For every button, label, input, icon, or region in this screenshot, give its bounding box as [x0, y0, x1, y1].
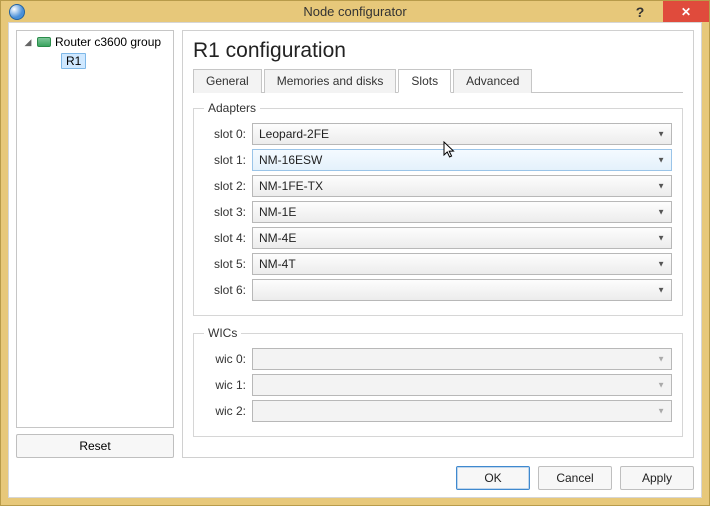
- slot-combo-2[interactable]: NM-1FE-TX ▼: [252, 175, 672, 197]
- titlebar[interactable]: Node configurator ? ✕: [1, 1, 709, 22]
- cancel-button[interactable]: Cancel: [538, 466, 612, 490]
- slot-value: NM-4E: [259, 231, 296, 245]
- app-icon: [9, 4, 25, 20]
- tree-node-label: R1: [61, 53, 86, 69]
- window-title: Node configurator: [1, 4, 709, 19]
- slot-label: slot 2:: [204, 179, 252, 193]
- adapters-legend: Adapters: [204, 101, 260, 115]
- wic-label: wic 1:: [204, 378, 252, 392]
- cancel-button-label: Cancel: [556, 471, 593, 485]
- close-icon: ✕: [681, 5, 691, 19]
- ok-button-label: OK: [484, 471, 501, 485]
- wic-row: wic 0: ▼: [204, 348, 672, 370]
- slot-row: slot 1: NM-16ESW ▼: [204, 149, 672, 171]
- reset-button-label: Reset: [79, 439, 110, 453]
- tab-memories[interactable]: Memories and disks: [264, 69, 397, 93]
- wics-group: WICs wic 0: ▼ wic 1: ▼ wic 2: ▼: [193, 326, 683, 437]
- chevron-down-icon: ▼: [657, 130, 665, 139]
- slot-value: NM-1FE-TX: [259, 179, 323, 193]
- slot-value: NM-4T: [259, 257, 296, 271]
- slot-label: slot 3:: [204, 205, 252, 219]
- router-icon: [37, 37, 51, 47]
- wic-label: wic 2:: [204, 404, 252, 418]
- tree-collapse-icon[interactable]: ◢: [23, 37, 33, 48]
- chevron-down-icon: ▼: [657, 156, 665, 165]
- wic-combo-2: ▼: [252, 400, 672, 422]
- page-title: R1 configuration: [193, 39, 683, 63]
- node-tree[interactable]: ◢ Router c3600 group R1: [16, 30, 174, 428]
- chevron-down-icon: ▼: [657, 208, 665, 217]
- chevron-down-icon: ▼: [657, 234, 665, 243]
- slot-combo-1[interactable]: NM-16ESW ▼: [252, 149, 672, 171]
- slot-label: slot 6:: [204, 283, 252, 297]
- slot-row: slot 3: NM-1E ▼: [204, 201, 672, 223]
- slot-row: slot 5: NM-4T ▼: [204, 253, 672, 275]
- wic-row: wic 1: ▼: [204, 374, 672, 396]
- wic-combo-1: ▼: [252, 374, 672, 396]
- slot-row: slot 6: ▼: [204, 279, 672, 301]
- tab-general[interactable]: General: [193, 69, 262, 93]
- tab-slots[interactable]: Slots: [398, 69, 451, 93]
- adapters-group: Adapters slot 0:Leopard-2FE▼slot 1:NM-16…: [193, 101, 683, 316]
- slot-row: slot 2: NM-1FE-TX ▼: [204, 175, 672, 197]
- slot-label: slot 1:: [204, 153, 252, 167]
- client-area: ◢ Router c3600 group R1 Reset R1 configu…: [8, 22, 702, 498]
- dialog-buttons: OK Cancel Apply: [16, 458, 694, 490]
- chevron-down-icon: ▼: [657, 286, 665, 295]
- slot-combo-5[interactable]: NM-4T ▼: [252, 253, 672, 275]
- apply-button-label: Apply: [642, 471, 672, 485]
- chevron-down-icon: ▼: [657, 260, 665, 269]
- slot-combo-3[interactable]: NM-1E ▼: [252, 201, 672, 223]
- tree-group-label: Router c3600 group: [55, 35, 161, 49]
- slot-label: slot 4:: [204, 231, 252, 245]
- window-frame: Node configurator ? ✕ ◢ Router c3600 gro…: [0, 0, 710, 506]
- close-button[interactable]: ✕: [663, 1, 709, 22]
- slot-combo-4[interactable]: NM-4E ▼: [252, 227, 672, 249]
- apply-button[interactable]: Apply: [620, 466, 694, 490]
- wic-combo-0: ▼: [252, 348, 672, 370]
- chevron-down-icon: ▼: [657, 355, 665, 364]
- help-button[interactable]: ?: [617, 1, 663, 22]
- tab-bar: General Memories and disks Slots Advance…: [193, 69, 683, 93]
- wic-label: wic 0:: [204, 352, 252, 366]
- chevron-down-icon: ▼: [657, 407, 665, 416]
- main-split: ◢ Router c3600 group R1 Reset R1 configu…: [16, 30, 694, 458]
- content-panel: R1 configuration General Memories and di…: [182, 30, 694, 458]
- chevron-down-icon: ▼: [657, 182, 665, 191]
- wics-legend: WICs: [204, 326, 241, 340]
- side-panel: ◢ Router c3600 group R1 Reset: [16, 30, 174, 458]
- wic-row: wic 2: ▼: [204, 400, 672, 422]
- slot-value: NM-16ESW: [259, 153, 322, 167]
- slot-value: Leopard-2FE: [259, 127, 329, 141]
- reset-button[interactable]: Reset: [16, 434, 174, 458]
- slot-value: NM-1E: [259, 205, 296, 219]
- slot-row: slot 4: NM-4E ▼: [204, 227, 672, 249]
- slot-row: slot 0: Leopard-2FE ▼: [204, 123, 672, 145]
- slot-label: slot 0:: [204, 127, 252, 141]
- chevron-down-icon: ▼: [657, 381, 665, 390]
- window-controls: ? ✕: [617, 1, 709, 22]
- slot-combo-0[interactable]: Leopard-2FE ▼: [252, 123, 672, 145]
- slot-label: slot 5:: [204, 257, 252, 271]
- slot-combo-6[interactable]: ▼: [252, 279, 672, 301]
- slots-panel: Adapters slot 0:Leopard-2FE▼slot 1:NM-16…: [193, 93, 683, 447]
- tree-group-row[interactable]: ◢ Router c3600 group: [19, 33, 171, 51]
- tab-advanced[interactable]: Advanced: [453, 69, 532, 93]
- ok-button[interactable]: OK: [456, 466, 530, 490]
- tree-node-row[interactable]: R1: [57, 51, 171, 71]
